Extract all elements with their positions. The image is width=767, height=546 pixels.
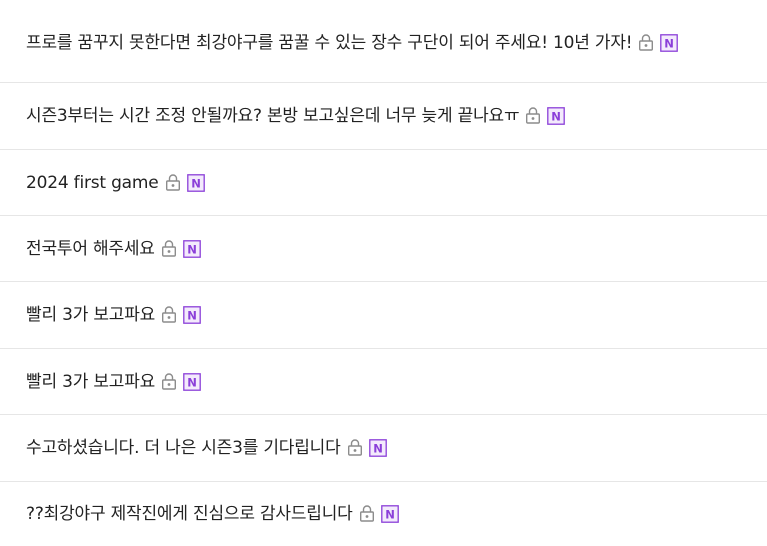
svg-text:N: N <box>191 176 200 190</box>
lock-icon <box>359 504 375 522</box>
post-title-line: 전국투어 해주세요 N <box>26 236 201 262</box>
svg-text:N: N <box>187 242 196 256</box>
svg-text:N: N <box>187 309 196 323</box>
list-item[interactable]: 빨리 3가 보고파요 N <box>0 282 767 349</box>
new-badge-icon: N <box>182 239 201 258</box>
svg-text:N: N <box>665 37 674 51</box>
svg-text:N: N <box>187 375 196 389</box>
lock-icon <box>347 438 363 456</box>
post-title-line: 시즌3부터는 시간 조정 안될까요? 본방 보고싶은데 너무 늦게 끝나요ㅠ N <box>26 103 566 129</box>
post-list: 프로를 꿈꾸지 못한다면 최강야구를 꿈꿀 수 있는 장수 구단이 되어 주세요… <box>0 0 767 546</box>
lock-icon <box>161 372 177 390</box>
list-item[interactable]: 프로를 꿈꾸지 못한다면 최강야구를 꿈꿀 수 있는 장수 구단이 되어 주세요… <box>0 0 767 83</box>
post-title-line: 수고하셨습니다. 더 나은 시즌3를 기다립니다 N <box>26 435 387 461</box>
post-title[interactable]: 빨리 3가 보고파요 <box>26 305 155 325</box>
list-item[interactable]: ??최강야구 제작진에게 진심으로 감사드립니다 N <box>0 482 767 546</box>
lock-icon <box>161 239 177 257</box>
list-item[interactable]: 빨리 3가 보고파요 N <box>0 349 767 415</box>
lock-icon <box>161 305 177 323</box>
post-title[interactable]: 전국투어 해주세요 <box>26 239 155 259</box>
lock-icon <box>525 106 541 124</box>
post-title[interactable]: 수고하셨습니다. 더 나은 시즌3를 기다립니다 <box>26 438 341 458</box>
new-badge-icon: N <box>380 505 399 523</box>
post-title-line: ??최강야구 제작진에게 진심으로 감사드립니다 N <box>26 501 399 527</box>
post-title[interactable]: 프로를 꿈꾸지 못한다면 최강야구를 꿈꿀 수 있는 장수 구단이 되어 주세요… <box>26 33 633 53</box>
svg-text:N: N <box>552 110 561 124</box>
post-title[interactable]: ??최강야구 제작진에게 진심으로 감사드립니다 <box>26 504 353 524</box>
new-badge-icon: N <box>368 439 387 457</box>
list-item[interactable]: 전국투어 해주세요 N <box>0 216 767 282</box>
list-item[interactable]: 2024 first game N <box>0 150 767 216</box>
svg-text:N: N <box>385 508 394 522</box>
post-title[interactable]: 2024 first game <box>26 173 159 193</box>
new-badge-icon: N <box>660 34 679 52</box>
list-item[interactable]: 수고하셨습니다. 더 나은 시즌3를 기다립니다 N <box>0 415 767 482</box>
new-badge-icon: N <box>183 372 201 391</box>
new-badge-icon: N <box>183 306 201 324</box>
post-title-line: 2024 first game N <box>26 170 205 196</box>
new-badge-icon: N <box>186 173 205 192</box>
post-title-line: 빨리 3가 보고파요 N <box>26 302 201 328</box>
svg-text:N: N <box>373 442 382 456</box>
post-title-line: 프로를 꿈꾸지 못한다면 최강야구를 꿈꿀 수 있는 장수 구단이 되어 주세요… <box>26 30 679 56</box>
lock-icon <box>165 173 181 191</box>
post-title[interactable]: 시즌3부터는 시간 조정 안될까요? 본방 보고싶은데 너무 늦게 끝나요ㅠ <box>26 106 520 126</box>
lock-icon <box>638 33 654 51</box>
post-title-line: 빨리 3가 보고파요 N <box>26 369 201 395</box>
new-badge-icon: N <box>547 107 566 125</box>
post-title[interactable]: 빨리 3가 보고파요 <box>26 372 155 392</box>
list-item[interactable]: 시즌3부터는 시간 조정 안될까요? 본방 보고싶은데 너무 늦게 끝나요ㅠ N <box>0 83 767 150</box>
